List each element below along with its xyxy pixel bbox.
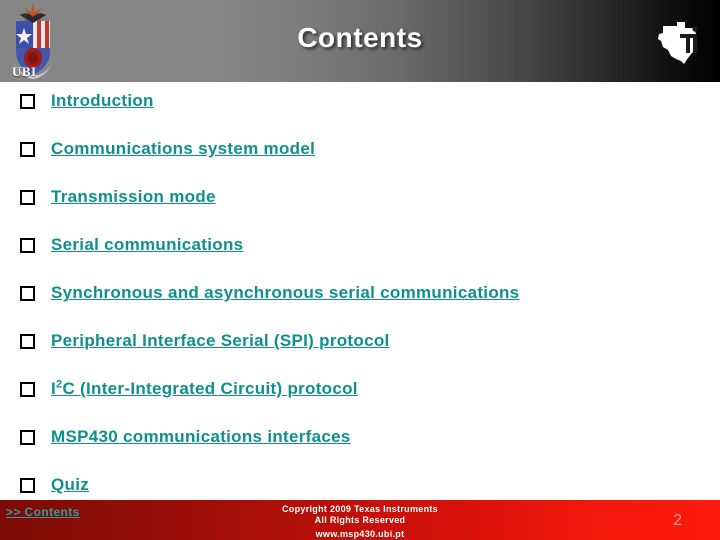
- list-item[interactable]: Communications system model: [20, 136, 315, 162]
- content-link-transmission-mode[interactable]: Transmission mode: [51, 187, 216, 207]
- hollow-square-bullet-icon: [20, 189, 35, 205]
- slide-header: UBI Contents: [0, 0, 720, 82]
- hollow-square-bullet-icon: [20, 477, 35, 493]
- hollow-square-bullet-icon: [20, 141, 35, 157]
- content-link-synchronous-asynchronous-serial-communications[interactable]: Synchronous and asynchronous serial comm…: [51, 283, 519, 303]
- hollow-square-bullet-icon: [20, 285, 35, 301]
- content-link-msp430-communications-interfaces[interactable]: MSP430 communications interfaces: [51, 427, 351, 447]
- list-item[interactable]: Peripheral Interface Serial (SPI) protoc…: [20, 328, 390, 354]
- ubi-logo-caption: UBI: [12, 64, 37, 79]
- content-link-communications-system-model[interactable]: Communications system model: [51, 139, 315, 159]
- hollow-square-bullet-icon: [20, 429, 35, 445]
- hollow-square-bullet-icon: [20, 381, 35, 397]
- list-item[interactable]: I2C (Inter-Integrated Circuit) protocol: [20, 376, 358, 402]
- list-item[interactable]: Quiz: [20, 472, 89, 498]
- list-item[interactable]: Introduction: [20, 88, 154, 114]
- hollow-square-bullet-icon: [20, 333, 35, 349]
- list-item[interactable]: Synchronous and asynchronous serial comm…: [20, 280, 519, 306]
- page-number: 2: [673, 512, 682, 529]
- content-link-introduction[interactable]: Introduction: [51, 91, 154, 111]
- i2c-label-suffix: C (Inter-Integrated Circuit) protocol: [62, 379, 358, 398]
- list-item[interactable]: Serial communications: [20, 232, 243, 258]
- copyright-line-1: Copyright 2009 Texas Instruments: [282, 504, 438, 514]
- content-link-serial-communications[interactable]: Serial communications: [51, 235, 243, 255]
- page-title: Contents: [297, 22, 423, 53]
- hollow-square-bullet-icon: [20, 237, 35, 253]
- list-item[interactable]: Transmission mode: [20, 184, 216, 210]
- texas-instruments-logo-icon: [650, 14, 706, 70]
- footer-copyright: Copyright 2009 Texas Instruments All Rig…: [0, 504, 720, 526]
- content-link-quiz[interactable]: Quiz: [51, 475, 89, 495]
- copyright-line-2: All Rights Reserved: [314, 515, 406, 525]
- slide-footer: >> Contents Copyright 2009 Texas Instrum…: [0, 500, 720, 540]
- contents-list: Introduction Communications system model…: [0, 82, 720, 502]
- content-link-spi-protocol[interactable]: Peripheral Interface Serial (SPI) protoc…: [51, 331, 390, 351]
- footer-url: www.msp430.ubi.pt: [315, 529, 405, 539]
- hollow-square-bullet-icon: [20, 93, 35, 109]
- content-link-i2c-protocol[interactable]: I2C (Inter-Integrated Circuit) protocol: [51, 379, 358, 399]
- list-item[interactable]: MSP430 communications interfaces: [20, 424, 351, 450]
